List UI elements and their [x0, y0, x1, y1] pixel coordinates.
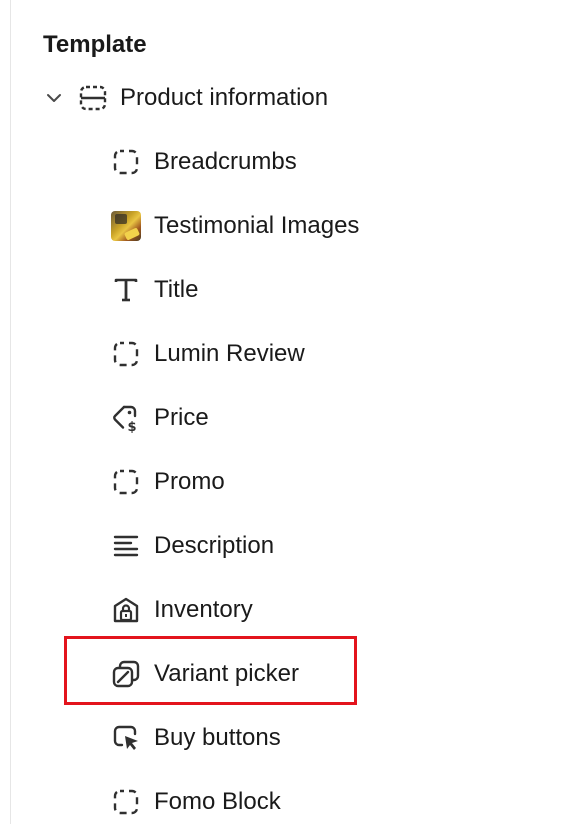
dashed-square-icon	[108, 464, 144, 500]
block-promo[interactable]: Promo	[108, 462, 528, 502]
cursor-click-icon	[108, 720, 144, 756]
block-lumin-review[interactable]: Lumin Review	[108, 334, 528, 374]
block-title[interactable]: Title	[108, 270, 528, 310]
block-testimonial-images[interactable]: Testimonial Images	[108, 206, 528, 246]
block-label: Inventory	[154, 596, 253, 623]
svg-text:$: $	[128, 420, 137, 433]
variant-picker-icon	[108, 656, 144, 692]
dashed-square-icon	[108, 336, 144, 372]
text-t-icon	[108, 272, 144, 308]
image-thumbnail	[108, 208, 144, 244]
block-inventory[interactable]: Inventory	[108, 590, 528, 630]
block-label: Breadcrumbs	[154, 148, 297, 175]
block-label: Buy buttons	[154, 724, 281, 751]
block-label: Description	[154, 532, 275, 559]
dashed-square-icon	[108, 144, 144, 180]
block-breadcrumbs[interactable]: Breadcrumbs	[108, 142, 528, 182]
block-label: Price	[154, 404, 209, 431]
group-label: Product information	[120, 84, 329, 111]
block-fomo-block[interactable]: Fomo Block	[108, 782, 528, 822]
block-description[interactable]: Description	[108, 526, 528, 566]
block-label: Fomo Block	[154, 788, 281, 815]
block-label: Testimonial Images	[154, 212, 360, 239]
chevron-down-icon[interactable]	[42, 86, 66, 110]
panel-divider	[10, 0, 11, 824]
block-buy-buttons[interactable]: Buy buttons	[108, 718, 528, 758]
section-title: Template	[43, 31, 147, 58]
group-product-information[interactable]: Product information	[40, 78, 540, 118]
block-label: Lumin Review	[154, 340, 305, 367]
block-variant-picker[interactable]: Variant picker	[108, 654, 528, 694]
block-price[interactable]: $ Price	[108, 398, 528, 438]
inventory-lock-icon	[108, 592, 144, 628]
price-tag-icon: $	[108, 400, 144, 436]
dashed-square-icon	[108, 784, 144, 820]
section-dashed-icon	[78, 83, 108, 113]
block-label: Variant picker	[154, 660, 299, 687]
text-lines-icon	[108, 528, 144, 564]
block-label: Promo	[154, 468, 225, 495]
template-panel: Template Product information Breadcrumbs	[0, 0, 568, 824]
block-label: Title	[154, 276, 199, 303]
